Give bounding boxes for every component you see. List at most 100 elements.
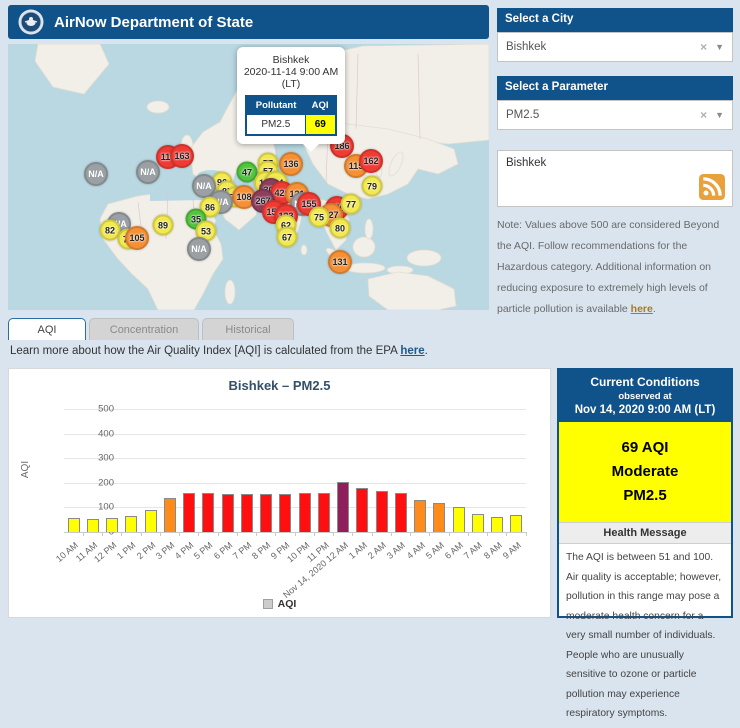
chart-x-tick xyxy=(449,532,450,536)
chart-x-tick xyxy=(372,532,373,536)
chart-bar-11-am[interactable] xyxy=(87,519,99,532)
learn-more-text: Learn more about how the Air Quality Ind… xyxy=(10,345,428,357)
chart-bar-1-pm[interactable] xyxy=(125,516,137,532)
chart-x-tick xyxy=(198,532,199,536)
chart-plot-area: 010020030040050010 AM11 AM12 PM1 PM2 PM3… xyxy=(64,409,526,532)
chart-x-tick-label: 2 AM xyxy=(366,540,388,561)
chart-bar-slot: 1 AM xyxy=(353,409,372,532)
aqi-value: 69 AQI xyxy=(563,436,727,460)
chart-x-tick xyxy=(275,532,276,536)
map-aqi-marker[interactable]: N/A xyxy=(136,160,160,184)
map-aqi-marker[interactable]: 163 xyxy=(170,144,194,168)
popup-pollutant-value: PM2.5 xyxy=(246,115,305,136)
current-conditions-panel: Current Conditions observed at Nov 14, 2… xyxy=(557,368,733,618)
learn-more-here-link[interactable]: here xyxy=(400,345,424,357)
chart-x-tick xyxy=(333,532,334,536)
chart-bar-10-am[interactable] xyxy=(68,518,80,532)
parameter-select[interactable]: PM2.5 × ▼ xyxy=(497,100,733,130)
chart-bar-3-am[interactable] xyxy=(395,493,407,532)
note-prefix: Note: Values above 500 are considered Be… xyxy=(497,219,719,315)
feed-city-label: Bishkek xyxy=(506,157,546,169)
chart-bar-slot: 8 PM xyxy=(257,409,276,532)
current-conditions-title: Current Conditions xyxy=(563,375,727,389)
chart-bar-slot: 6 PM xyxy=(218,409,237,532)
map-aqi-marker[interactable]: 89 xyxy=(153,215,174,236)
world-map[interactable]: 116163N/AN/A4796N/A8575108N/A863553N/A89… xyxy=(8,44,489,310)
popup-col-pollutant: Pollutant xyxy=(246,96,305,115)
chart-bar-slot: 7 AM xyxy=(468,409,487,532)
map-aqi-marker[interactable]: 79 xyxy=(362,176,383,197)
chart-bar-12-pm[interactable] xyxy=(106,518,118,532)
chart-bar-2-am[interactable] xyxy=(376,491,388,532)
chart-x-tick xyxy=(391,532,392,536)
chart-x-tick-label: 4 PM xyxy=(173,540,196,561)
chart-bar-5-am[interactable] xyxy=(433,503,445,532)
chart-x-tick-label: 10 AM xyxy=(54,540,80,564)
aqi-pollutant: PM2.5 xyxy=(563,484,727,508)
clear-parameter-icon[interactable]: × xyxy=(700,108,707,122)
map-aqi-marker[interactable]: 162 xyxy=(359,149,383,173)
map-aqi-marker[interactable]: 105 xyxy=(125,226,149,250)
chart-x-tick-label: 4 AM xyxy=(404,540,426,561)
chart-bar-slot: 6 AM xyxy=(449,409,468,532)
chart-bar-9-am[interactable] xyxy=(510,515,522,532)
map-aqi-marker[interactable]: 67 xyxy=(277,227,298,248)
chart-x-tick xyxy=(526,532,527,536)
learn-more-suffix: . xyxy=(425,345,428,357)
chart-x-tick xyxy=(410,532,411,536)
map-aqi-marker[interactable]: 75 xyxy=(309,207,330,228)
chart-x-tick-label: 1 PM xyxy=(115,540,138,561)
chart-bar-7-am[interactable] xyxy=(472,514,484,532)
chart-bar-slot: 7 PM xyxy=(237,409,256,532)
chart-bar-2-pm[interactable] xyxy=(145,510,157,532)
chart-bar-slot: 9 AM xyxy=(507,409,526,532)
map-aqi-marker[interactable]: N/A xyxy=(84,162,108,186)
chart-x-tick xyxy=(468,532,469,536)
chart-bar-5-pm[interactable] xyxy=(202,493,214,532)
chart-x-tick xyxy=(429,532,430,536)
city-dropdown-caret-icon[interactable]: ▼ xyxy=(715,42,724,52)
chart-y-axis-label: AQI xyxy=(20,461,31,478)
chart-x-tick-label: 2 PM xyxy=(135,540,158,561)
map-aqi-marker[interactable]: N/A xyxy=(187,237,211,261)
map-aqi-marker[interactable]: 131 xyxy=(328,250,352,274)
map-aqi-marker[interactable]: 80 xyxy=(330,218,351,239)
chart-bar-3-pm[interactable] xyxy=(164,498,176,532)
chart-x-tick xyxy=(218,532,219,536)
chart-bar-slot: 4 AM xyxy=(411,409,430,532)
chart-bar-7-pm[interactable] xyxy=(241,494,253,532)
chart-bar-1-am[interactable] xyxy=(356,488,368,532)
chart-x-tick-label: 8 AM xyxy=(481,540,503,561)
legend-label: AQI xyxy=(278,598,297,610)
chart-bar-8-am[interactable] xyxy=(491,517,503,532)
chart-bar-6-am[interactable] xyxy=(453,507,465,532)
chart-bar-slot: 10 PM xyxy=(295,409,314,532)
chart-x-tick-label: 1 AM xyxy=(347,540,369,561)
chart-x-tick-label: 9 AM xyxy=(501,540,523,561)
chart-legend-aqi[interactable]: AQI xyxy=(9,598,550,610)
chart-bar-4-pm[interactable] xyxy=(183,493,195,532)
chart-bar-8-pm[interactable] xyxy=(260,494,272,532)
legend-swatch-icon xyxy=(263,599,273,609)
chart-bar-11-pm[interactable] xyxy=(318,493,330,532)
chart-bar-slot: 10 AM xyxy=(64,409,83,532)
chart-bar-10-pm[interactable] xyxy=(299,493,311,532)
tab-concentration[interactable]: Concentration xyxy=(89,318,199,340)
chart-bar-9-pm[interactable] xyxy=(279,494,291,532)
rss-icon[interactable] xyxy=(699,174,725,200)
aqi-category: Moderate xyxy=(563,460,727,484)
popup-col-aqi: AQI xyxy=(305,96,336,115)
chart-bar-4-am[interactable] xyxy=(414,500,426,532)
note-here-link[interactable]: here xyxy=(631,303,653,315)
chart-bar-6-pm[interactable] xyxy=(222,494,234,532)
parameter-dropdown-caret-icon[interactable]: ▼ xyxy=(715,110,724,120)
chart-x-tick xyxy=(121,532,122,536)
current-conditions-header: Current Conditions observed at Nov 14, 2… xyxy=(559,370,731,422)
clear-city-icon[interactable]: × xyxy=(700,40,707,54)
chart-bar-slot: 11 PM xyxy=(314,409,333,532)
tab-historical[interactable]: Historical xyxy=(202,318,294,340)
chart-bar-nov-14-2020-12-am[interactable] xyxy=(337,482,349,532)
map-aqi-marker[interactable]: 77 xyxy=(341,194,362,215)
city-select[interactable]: Bishkek × ▼ xyxy=(497,32,733,62)
tab-aqi[interactable]: AQI xyxy=(8,318,86,340)
